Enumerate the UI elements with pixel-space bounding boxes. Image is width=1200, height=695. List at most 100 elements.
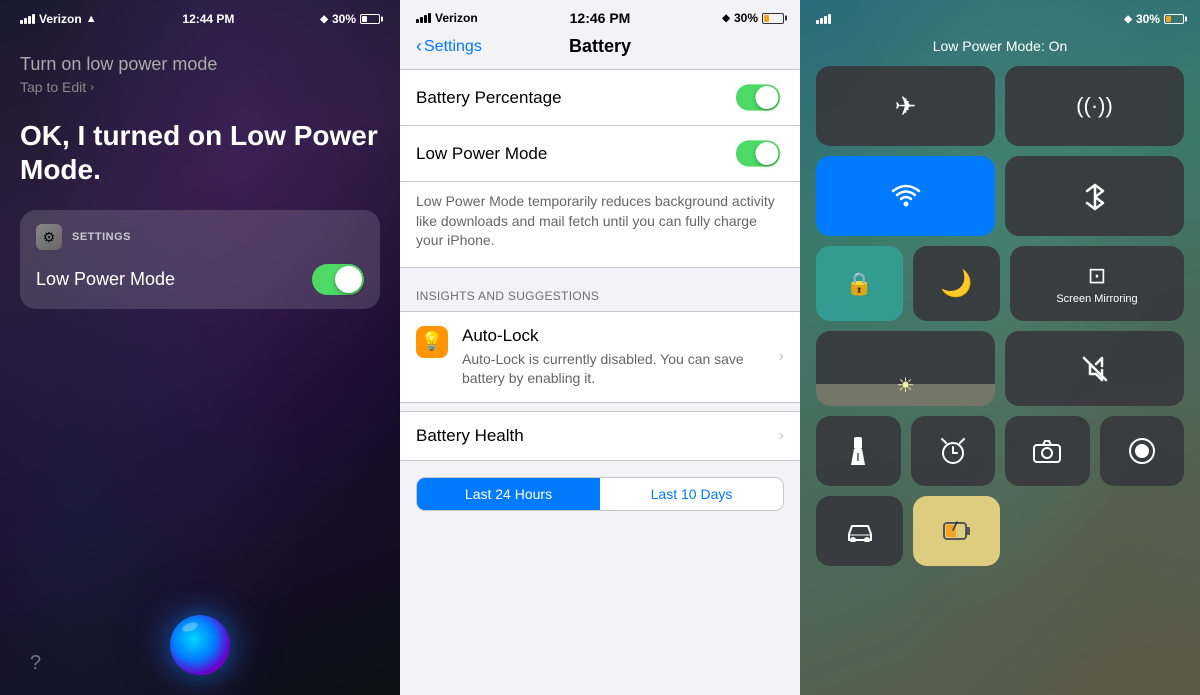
signal-bars-icon [20,14,35,24]
screen-mirror-icon: ⊡ [1088,263,1106,289]
battery-toggles-section: Battery Percentage Low Power Mode Low Po… [400,69,800,268]
time-tabs: Last 24 Hours Last 10 Days [416,477,784,511]
car-icon [845,520,875,542]
bluetooth-tile[interactable] [1005,156,1184,236]
settings-gps-icon: ◆ [722,13,730,24]
gps-icon: ◆ [320,14,328,25]
back-button[interactable]: ‹ Settings [416,36,482,57]
control-status-right: ◆ 30% [1124,12,1184,26]
settings-status-bar: Verizon 12:46 PM ◆ 30% [400,0,800,32]
settings-nav-bar: ‹ Settings Battery [400,32,800,69]
mute-icon [1082,356,1108,382]
siri-time: 12:44 PM [182,12,234,26]
settings-gear-icon: ⚙ [36,224,62,250]
alarm-clock-icon [939,437,967,465]
settings-time: 12:46 PM [570,10,631,26]
brightness-tile[interactable]: ☀ [816,331,995,406]
tab-last-10-days[interactable]: Last 10 Days [600,478,783,510]
wifi-status-icon: ▲ [86,13,97,25]
flashlight-tile[interactable] [816,416,901,486]
battery-health-chevron-icon: › [779,427,784,445]
moon-icon: 🌙 [940,268,972,299]
screen-mirror-label: Screen Mirroring [1056,293,1137,305]
clock-tile[interactable] [911,416,996,486]
siri-panel: Verizon ▲ 12:44 PM ◆ 30% Turn on low pow… [0,0,400,695]
control-battery-icon [1164,14,1184,24]
empty-space [1010,496,1184,566]
settings-carrier-label: Verizon [435,11,478,25]
battery-percentage-row: Battery Percentage [400,70,800,126]
auto-lock-chevron-icon: › [779,348,784,366]
screen-record-tile[interactable] [1100,416,1185,486]
settings-status-left: Verizon [416,11,478,25]
control-signal-bars-icon [816,14,831,24]
battery-percentage-toggle[interactable] [736,84,780,110]
tab-last-24-hours[interactable]: Last 24 Hours [417,478,600,510]
siri-card-title: SETTINGS [72,231,131,243]
siri-query-text: Turn on low power mode [20,54,380,75]
battery-icon-settings [762,13,784,24]
insights-section-header: INSIGHTS AND SUGGESTIONS [400,269,800,311]
control-battery-percent: 30% [1136,12,1160,26]
siri-settings-card[interactable]: ⚙ SETTINGS Low Power Mode [20,210,380,309]
control-status-bar: ◆ 30% [816,0,1184,34]
do-not-disturb-tile[interactable]: 🌙 [913,246,1000,321]
settings-signal-bars-icon [416,13,431,23]
mute-tile[interactable] [1005,331,1184,406]
airplane-icon: ✈ [895,91,917,122]
battery-status-tile[interactable] [913,496,1000,566]
back-chevron-icon: ‹ [416,36,422,57]
battery-percentage-label: Battery Percentage [416,88,562,108]
cc-row-4: ☀ [816,331,1184,406]
siri-status-right: ◆ 30% [320,12,380,26]
siri-status-bar: Verizon ▲ 12:44 PM ◆ 30% [20,0,380,34]
low-power-toggle-siri[interactable] [312,264,364,295]
settings-status-right: ◆ 30% [722,11,784,25]
tap-to-edit-label: Tap to Edit [20,79,86,95]
settings-content: Battery Percentage Low Power Mode Low Po… [400,69,800,695]
low-power-mode-row: Low Power Mode [400,126,800,182]
time-tabs-container: Last 24 Hours Last 10 Days [400,461,800,527]
battery-percent-siri: 30% [332,12,356,26]
control-center-panel: ◆ 30% Low Power Mode: On ✈ ((·)) [800,0,1200,695]
siri-response-text: OK, I turned on Low Power Mode. [20,119,380,186]
settings-nav-title: Battery [569,36,631,57]
bulb-icon: 💡 [421,331,443,352]
battery-status-icon [943,520,971,542]
rotation-lock-tile[interactable]: 🔒 [816,246,903,321]
camera-tile[interactable] [1005,416,1090,486]
wifi-tile[interactable] [816,156,995,236]
settings-battery-percent: 30% [734,11,758,25]
wifi-signal-icon: ((·)) [1076,93,1113,119]
siri-card-header: ⚙ SETTINGS [36,224,364,250]
rotation-lock-icon: 🔒 [846,271,873,297]
car-play-tile[interactable] [816,496,903,566]
settings-panel: Verizon 12:46 PM ◆ 30% ‹ Settings Batter… [400,0,800,695]
wifi-signal-tile[interactable]: ((·)) [1005,66,1184,146]
screen-mirror-tile[interactable]: ⊡ Screen Mirroring [1010,246,1184,321]
siri-low-power-row: Low Power Mode [36,264,364,295]
low-power-description: Low Power Mode temporarily reduces backg… [400,182,800,267]
battery-health-row[interactable]: Battery Health › [400,411,800,461]
control-status-left [816,14,831,24]
bluetooth-icon [1083,181,1107,211]
low-power-mode-toggle[interactable] [736,140,780,166]
brightness-icon: ☀ [897,373,915,398]
auto-lock-desc: Auto-Lock is currently disabled. You can… [462,350,765,388]
carrier-label: Verizon [39,12,82,26]
camera-icon [1033,439,1061,463]
low-power-mode-header: Low Power Mode: On [816,34,1184,66]
battery-icon-siri [360,14,380,24]
siri-orb[interactable] [170,615,230,675]
record-icon [1129,438,1155,464]
wifi-icon [891,181,921,211]
auto-lock-insight-row[interactable]: 💡 Auto-Lock Auto-Lock is currently disab… [400,312,800,402]
tap-to-edit-row[interactable]: Tap to Edit › [20,79,380,95]
cc-row-3: 🔒 🌙 ⊡ Screen Mirroring [816,246,1184,321]
cc-row-2 [816,156,1184,236]
cc-row-6 [816,496,1184,566]
siri-orb-container [0,615,400,675]
insights-section: 💡 Auto-Lock Auto-Lock is currently disab… [400,311,800,403]
auto-lock-content: Auto-Lock Auto-Lock is currently disable… [462,326,765,388]
airplane-mode-tile[interactable]: ✈ [816,66,995,146]
